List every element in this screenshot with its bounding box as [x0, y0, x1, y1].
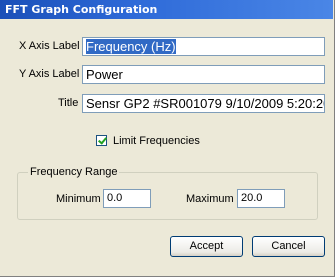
- cancel-button[interactable]: Cancel: [252, 236, 325, 257]
- minimum-input[interactable]: 0.0: [103, 189, 151, 208]
- x-axis-label-input[interactable]: Frequency (Hz): [82, 37, 325, 56]
- limit-frequencies-checkbox[interactable]: [96, 135, 107, 146]
- accept-button[interactable]: Accept: [170, 236, 243, 257]
- dialog-title: FFT Graph Configuration: [5, 3, 158, 16]
- y-axis-label-input[interactable]: Power: [82, 65, 325, 84]
- frequency-range-group-label: Frequency Range: [28, 166, 120, 178]
- y-axis-label-caption: Y Axis Label: [19, 68, 80, 80]
- maximum-label: Maximum: [186, 193, 234, 205]
- title-caption: Title: [58, 97, 79, 109]
- fft-config-dialog: FFT Graph Configuration X Axis Label Fre…: [0, 0, 335, 277]
- limit-frequencies-label: Limit Frequencies: [113, 135, 200, 147]
- dialog-titlebar[interactable]: FFT Graph Configuration: [0, 0, 333, 19]
- title-input[interactable]: Sensr GP2 #SR001079 9/10/2009 5:20:20 P: [82, 94, 325, 113]
- maximum-input[interactable]: 20.0: [237, 189, 285, 208]
- x-axis-label-caption: X Axis Label: [19, 40, 80, 52]
- minimum-label: Minimum: [56, 193, 101, 205]
